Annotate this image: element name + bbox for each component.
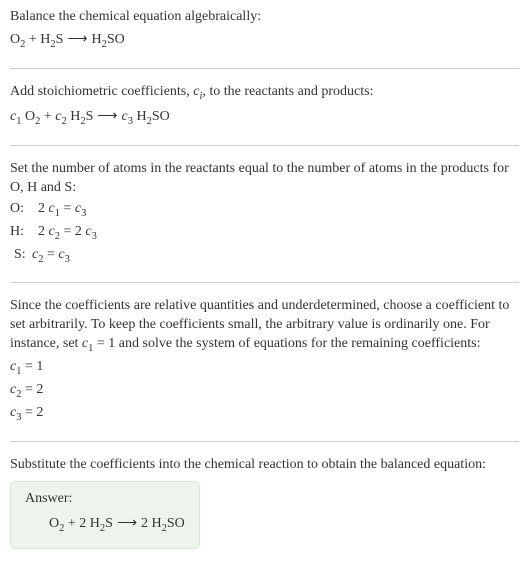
atom-row-o: O:2 c1 = c3 xyxy=(10,200,519,221)
h-text3: H xyxy=(133,109,147,124)
atoms-intro: Set the number of atoms in the reactants… xyxy=(10,160,519,198)
reaction-arrow2: ⟶ xyxy=(93,109,121,124)
section-atoms: Set the number of atoms in the reactants… xyxy=(10,160,519,284)
h-text: H xyxy=(67,109,81,124)
ans-rhs-coef: 2 H xyxy=(141,516,162,531)
ans-arrow: ⟶ xyxy=(113,516,141,531)
plus2: + xyxy=(40,109,55,124)
section-problem: Balance the chemical equation algebraica… xyxy=(10,8,519,69)
o-c3-sub: 3 xyxy=(81,207,86,218)
h-coef2: 2 xyxy=(38,224,49,239)
s-c3-sub: 3 xyxy=(65,253,70,264)
coeff-equation: c1 O2 + c2 H2S⟶c3 H2SO xyxy=(10,108,519,129)
h-c3-sub: 3 xyxy=(92,230,97,241)
coeff-line-1: c1 = 1 xyxy=(10,358,519,379)
product-h: H xyxy=(92,32,102,47)
product-so: SO xyxy=(107,32,125,47)
ans-h2s-tail: S xyxy=(105,516,113,531)
solve-intro-b: = 1 and solve the system of equations fo… xyxy=(93,336,480,351)
atom-row-s: S:c2 = c3 xyxy=(10,246,519,267)
solve-intro: Since the coefficients are relative quan… xyxy=(10,297,519,356)
l3-val: = 2 xyxy=(21,405,43,420)
answer-label: Answer: xyxy=(25,490,185,509)
ans-o: O xyxy=(49,516,59,531)
o-text: O xyxy=(21,109,35,124)
coeff-intro: Add stoichiometric coefficients, ci, to … xyxy=(10,83,519,104)
coeff-intro-a: Add stoichiometric coefficients, xyxy=(10,84,193,99)
reaction-arrow: ⟶ xyxy=(63,32,91,47)
ans-rhs-tail: SO xyxy=(167,516,185,531)
so-text: SO xyxy=(152,109,170,124)
problem-intro: Balance the chemical equation algebraica… xyxy=(10,8,519,27)
coeff-intro-b: , to the reactants and products: xyxy=(202,84,373,99)
answer-box: Answer: O2 + 2 H2S⟶2 H2SO xyxy=(10,481,200,549)
plus-h: + H xyxy=(25,32,50,47)
balanced-equation: O2 + 2 H2S⟶2 H2SO xyxy=(25,515,185,536)
unbalanced-equation: O2 + H2S⟶H2SO xyxy=(10,31,519,52)
atom-row-h: H:2 c2 = 2 c3 xyxy=(10,223,519,244)
h-label: H: xyxy=(10,223,38,242)
h-eq: = 2 xyxy=(60,224,85,239)
reactant-o2: O xyxy=(10,32,20,47)
o-label: O: xyxy=(10,200,38,219)
s-label: S: xyxy=(10,246,32,265)
coeff-line-2: c2 = 2 xyxy=(10,381,519,402)
section-coefficients: Add stoichiometric coefficients, ci, to … xyxy=(10,83,519,146)
o-coef2: 2 xyxy=(38,201,49,216)
ans-plus: + 2 H xyxy=(64,516,100,531)
l2-val: = 2 xyxy=(21,382,43,397)
s-eq: = xyxy=(43,247,58,262)
l1-val: = 1 xyxy=(21,359,43,374)
section-answer: Substitute the coefficients into the che… xyxy=(10,456,519,563)
coeff-line-3: c3 = 2 xyxy=(10,404,519,425)
section-solve: Since the coefficients are relative quan… xyxy=(10,297,519,442)
answer-intro: Substitute the coefficients into the che… xyxy=(10,456,519,475)
o-eq: = xyxy=(60,201,75,216)
